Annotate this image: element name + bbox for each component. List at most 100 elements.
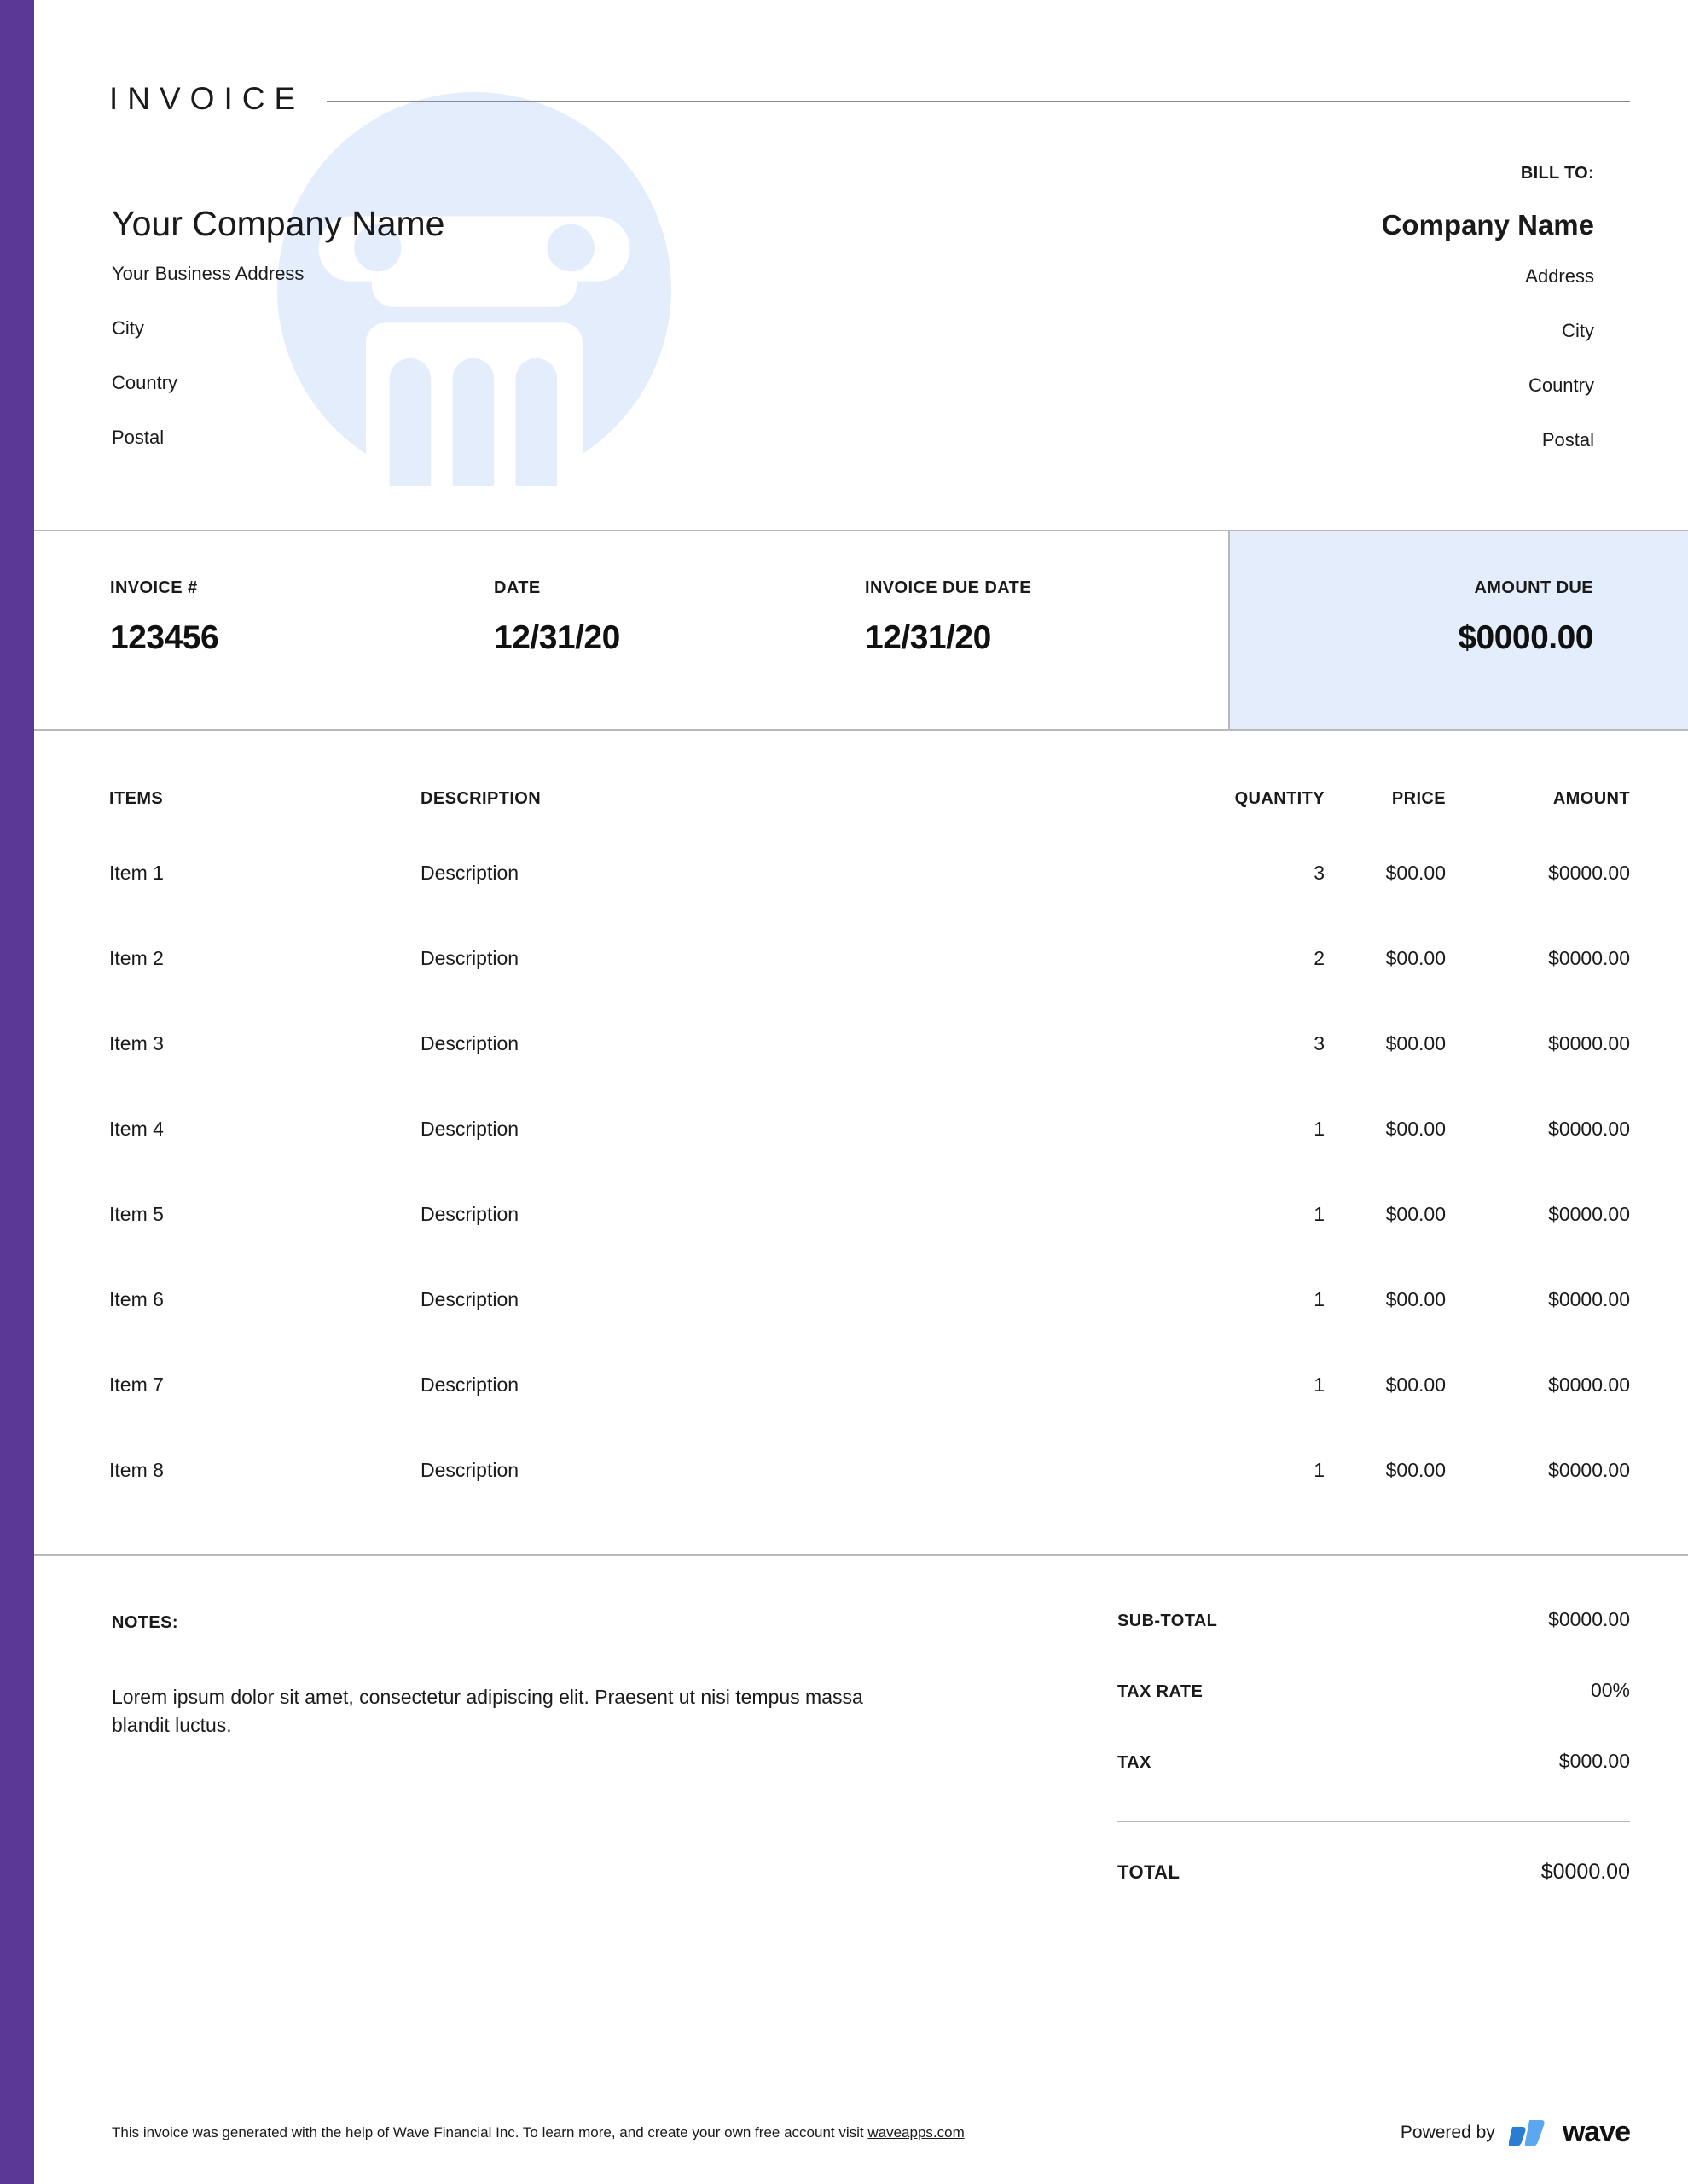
row-price: $00.00	[1385, 1118, 1446, 1140]
row-amount: $0000.00	[1548, 1203, 1630, 1225]
table-row: Item 8 Description 1 $00.00 $0000.00	[109, 1459, 1630, 1544]
header-description: DESCRIPTION	[421, 789, 542, 808]
bill-to-info: BILL TO: Company Name Address City Count…	[1382, 164, 1594, 485]
table-row: Item 2 Description 2 $00.00 $0000.00	[109, 947, 1630, 1032]
row-item-name: Item 2	[109, 947, 164, 969]
powered-by-label: Powered by	[1400, 2122, 1495, 2142]
seller-address-line-4: Postal	[112, 427, 165, 449]
row-amount: $0000.00	[1548, 1032, 1630, 1054]
row-item-name: Item 7	[109, 1374, 164, 1396]
seller-address-line-2: City	[112, 317, 144, 340]
row-price: $00.00	[1385, 1459, 1446, 1481]
wave-mark-icon	[1508, 2119, 1545, 2146]
total-row: TOTAL $0000.00	[1117, 1860, 1630, 1885]
table-row: Item 4 Description 1 $00.00 $0000.00	[109, 1118, 1630, 1203]
row-description: Description	[421, 1288, 519, 1310]
notes-section: NOTES: Lorem ipsum dolor sit amet, conse…	[112, 1613, 931, 1740]
totals-section-divider	[34, 1554, 1688, 1556]
bill-to-address-line-3: Country	[1528, 375, 1594, 396]
footer-disclaimer-text: This invoice was generated with the help…	[112, 2123, 868, 2140]
row-price: $00.00	[1385, 1374, 1446, 1396]
tax-row: TAX $000.00	[1117, 1750, 1630, 1773]
row-amount: $0000.00	[1548, 1459, 1630, 1481]
invoice-number-label: INVOICE #	[110, 578, 198, 597]
title-divider-rule	[327, 100, 1630, 102]
bill-to-address-line-4: Postal	[1541, 429, 1594, 450]
wave-brand-logo: wave	[1508, 2116, 1631, 2149]
subtotal-value: $0000.00	[1548, 1608, 1630, 1630]
row-quantity: 1	[1314, 1288, 1325, 1310]
row-price: $00.00	[1385, 947, 1446, 969]
invoice-summary-strip: INVOICE # 123456 DATE 12/31/20 INVOICE D…	[34, 530, 1688, 731]
bill-to-address-line-1: Address	[1525, 265, 1594, 287]
header-quantity: QUANTITY	[1234, 789, 1325, 808]
total-label: TOTAL	[1117, 1862, 1180, 1883]
line-items-body: Item 1 Description 3 $00.00 $0000.00 Ite…	[109, 862, 1630, 1544]
amount-due-label: AMOUNT DUE	[1474, 578, 1593, 597]
invoice-due-date-cell: INVOICE DUE DATE 12/31/20	[789, 531, 1230, 729]
row-amount: $0000.00	[1548, 1374, 1630, 1396]
powered-by-block: Powered by wave	[1400, 2116, 1631, 2149]
row-price: $00.00	[1385, 1032, 1446, 1054]
totals-divider-rule	[1117, 1821, 1630, 1822]
tax-rate-value: 00%	[1590, 1679, 1630, 1701]
invoice-page: INVOICE Your Company Name Your Business …	[0, 0, 1688, 2184]
row-description: Description	[421, 1374, 519, 1396]
header-items: ITEMS	[109, 789, 164, 808]
invoice-due-date-label: INVOICE DUE DATE	[865, 578, 1031, 597]
invoice-date-cell: DATE 12/31/20	[418, 531, 789, 729]
header-price: PRICE	[1391, 789, 1446, 808]
row-amount: $0000.00	[1548, 1118, 1630, 1140]
seller-address-line-3: Country	[112, 372, 178, 394]
notes-text: Lorem ipsum dolor sit amet, consectetur …	[112, 1686, 863, 1737]
header-amount: AMOUNT	[1552, 789, 1630, 808]
row-description: Description	[421, 1118, 519, 1140]
row-quantity: 1	[1314, 1203, 1325, 1225]
tax-rate-label: TAX RATE	[1117, 1682, 1204, 1701]
row-item-name: Item 5	[109, 1203, 164, 1225]
notes-label: NOTES:	[112, 1613, 178, 1632]
invoice-title-row: INVOICE	[109, 81, 1630, 117]
bill-to-company-name: Company Name	[1381, 209, 1594, 241]
row-quantity: 1	[1314, 1374, 1325, 1396]
invoice-date-value: 12/31/20	[494, 619, 620, 656]
subtotal-row: SUB-TOTAL $0000.00	[1117, 1608, 1630, 1631]
row-price: $00.00	[1385, 862, 1446, 884]
row-item-name: Item 4	[109, 1118, 164, 1140]
row-quantity: 1	[1314, 1118, 1325, 1140]
row-item-name: Item 6	[109, 1288, 164, 1310]
line-items-table: ITEMS DESCRIPTION QUANTITY PRICE AMOUNT …	[109, 789, 1630, 1544]
invoice-number-value: 123456	[110, 619, 219, 656]
page-title: INVOICE	[109, 81, 305, 116]
table-header-row: ITEMS DESCRIPTION QUANTITY PRICE AMOUNT	[109, 789, 1630, 862]
row-quantity: 2	[1314, 947, 1325, 969]
row-quantity: 3	[1314, 1032, 1325, 1054]
left-accent-bar	[0, 0, 34, 2184]
tax-label: TAX	[1117, 1753, 1151, 1772]
row-amount: $0000.00	[1548, 1288, 1630, 1310]
row-description: Description	[421, 947, 519, 969]
total-value: $0000.00	[1540, 1860, 1630, 1884]
table-row: Item 1 Description 3 $00.00 $0000.00	[109, 862, 1630, 947]
table-row: Item 7 Description 1 $00.00 $0000.00	[109, 1374, 1630, 1459]
tax-rate-row: TAX RATE 00%	[1117, 1679, 1630, 1702]
bill-to-address-line-2: City	[1562, 320, 1594, 341]
row-quantity: 1	[1314, 1459, 1325, 1481]
invoice-date-label: DATE	[494, 578, 541, 597]
row-amount: $0000.00	[1548, 947, 1630, 969]
row-amount: $0000.00	[1548, 862, 1630, 884]
invoice-due-date-value: 12/31/20	[865, 619, 991, 656]
table-row: Item 6 Description 1 $00.00 $0000.00	[109, 1288, 1630, 1374]
table-row: Item 5 Description 1 $00.00 $0000.00	[109, 1203, 1630, 1288]
seller-info: Your Company Name Your Business Address …	[112, 204, 444, 483]
waveapps-link[interactable]: waveapps.com	[867, 2124, 964, 2140]
row-description: Description	[421, 1203, 519, 1225]
invoice-number-cell: INVOICE # 123456	[34, 531, 418, 729]
amount-due-cell: AMOUNT DUE $0000.00	[1230, 531, 1688, 729]
line-items-header: ITEMS DESCRIPTION QUANTITY PRICE AMOUNT	[109, 789, 1630, 862]
totals-section: SUB-TOTAL $0000.00 TAX RATE 00% TAX $000…	[1117, 1608, 1630, 1885]
row-description: Description	[421, 1459, 519, 1481]
row-item-name: Item 8	[109, 1459, 164, 1481]
table-row: Item 3 Description 3 $00.00 $0000.00	[109, 1032, 1630, 1118]
row-item-name: Item 1	[109, 862, 164, 884]
